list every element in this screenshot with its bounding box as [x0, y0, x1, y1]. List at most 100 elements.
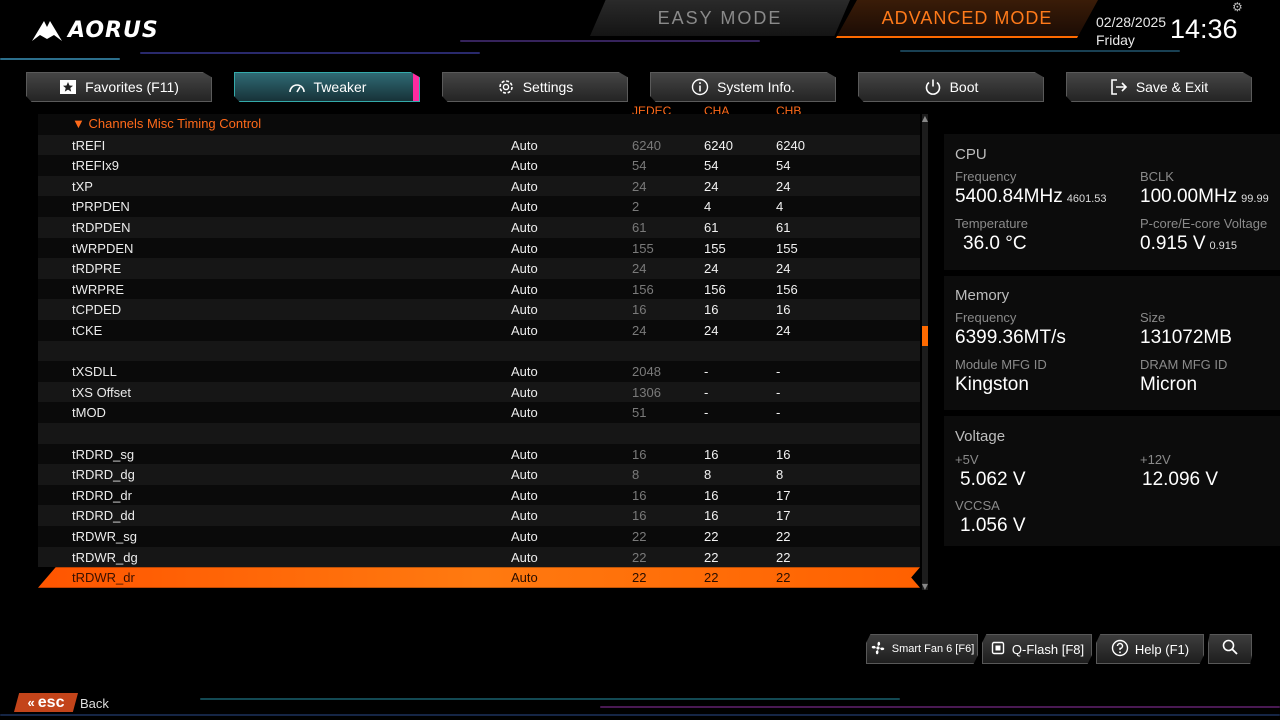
- table-row[interactable]: tRDPRE Auto 24 24 24: [38, 258, 920, 279]
- row-chb: 24: [776, 323, 791, 338]
- cpu-temperature-value: 36.0 °C: [963, 233, 1027, 254]
- table-row[interactable]: tXSDLL Auto 2048 - -: [38, 361, 920, 382]
- bclk-value: 100.00MHz 99.99: [1140, 186, 1269, 208]
- v12-label: +12V: [1140, 452, 1171, 467]
- row-cha: 4: [704, 199, 712, 215]
- row-name: tWRPDEN: [72, 240, 134, 256]
- table-row[interactable]: tCPDED Auto 16 16 16: [38, 299, 920, 320]
- cpu-frequency-value: 5400.84MHz 4601.53: [955, 186, 1107, 208]
- row-value: Auto: [511, 261, 538, 277]
- cpu-frequency-sub: 4601.53: [1066, 193, 1107, 205]
- table-row[interactable]: tRDWR_dr Auto 22 22 22: [38, 567, 920, 588]
- table-row[interactable]: tREFIx9 Auto 54 54 54: [38, 155, 920, 176]
- table-row[interactable]: tMOD Auto 51 - -: [38, 402, 920, 423]
- memory-frequency-label: Frequency: [955, 310, 1017, 325]
- day-text: Friday: [1096, 32, 1135, 48]
- row-value: Auto: [511, 240, 538, 256]
- row-chb: 17: [776, 487, 791, 503]
- collapse-triangle-icon: ▼: [72, 116, 85, 131]
- bclk-label: BCLK: [1140, 169, 1174, 184]
- row-jedec: 22: [632, 549, 647, 565]
- row-name: tXS Offset: [72, 384, 132, 400]
- tab-boot[interactable]: Boot: [858, 72, 1044, 102]
- section-header[interactable]: ▼ Channels Misc Timing Control: [38, 114, 920, 135]
- table-row[interactable]: tRDPDEN Auto 61 61 61: [38, 217, 920, 238]
- table-row[interactable]: tXS Offset Auto 1306 - -: [38, 381, 920, 403]
- row-cha: 22: [704, 549, 719, 565]
- row-cha: 24: [704, 178, 719, 194]
- table-row[interactable]: tRDRD_dg Auto 8 8 8: [38, 464, 920, 485]
- memory-size-value: 131072MB: [1140, 327, 1232, 348]
- tab-favorites[interactable]: Favorites (F11): [26, 72, 212, 102]
- tab-label: Settings: [522, 79, 574, 95]
- q-flash-button[interactable]: Q-Flash [F8]: [982, 634, 1092, 664]
- table-row[interactable]: tPRPDEN Auto 2 4 4: [38, 196, 920, 217]
- speedometer-icon: [288, 78, 306, 96]
- row-cha: 22: [704, 529, 719, 544]
- row-jedec: 51: [632, 405, 647, 421]
- cpu-voltage-main: 0.915 V: [1140, 233, 1206, 254]
- section-title-text: Channels Misc Timing Control: [88, 116, 262, 131]
- row-cha: 16: [704, 446, 719, 462]
- table-row[interactable]: tRDWR_dg Auto 22 22 22: [38, 546, 920, 568]
- esc-key-button[interactable]: « esc: [14, 693, 78, 712]
- scrollbar[interactable]: [922, 114, 928, 590]
- scroll-up-arrow-icon[interactable]: ▲: [920, 114, 930, 123]
- table-row[interactable]: tCKE Auto 24 24 24: [38, 320, 920, 341]
- row-cha: 8: [704, 467, 712, 483]
- table-row[interactable]: tWRPRE Auto 156 156 156: [38, 278, 920, 300]
- memory-title: Memory: [955, 287, 1010, 304]
- tab-tweaker[interactable]: Tweaker: [234, 72, 420, 102]
- row-name: tPRPDEN: [72, 199, 130, 215]
- search-button[interactable]: [1208, 634, 1252, 664]
- row-cha: -: [704, 405, 709, 421]
- v12-value: 12.096 V: [1142, 469, 1219, 490]
- row-cha: 16: [704, 487, 719, 503]
- row-jedec: 16: [632, 487, 647, 503]
- tab-settings[interactable]: Settings: [442, 72, 628, 102]
- help-icon: [1111, 639, 1129, 660]
- table-row[interactable]: tRDWR_sg Auto 22 22 22: [38, 526, 920, 547]
- row-cha: -: [704, 364, 709, 380]
- row-jedec: 16: [632, 302, 647, 318]
- row-chb: -: [776, 384, 781, 400]
- row-jedec: 6240: [632, 137, 661, 153]
- section-title: ▼ Channels Misc Timing Control: [72, 116, 261, 131]
- table-row[interactable]: tREFI Auto 6240 6240 6240: [38, 134, 920, 156]
- cpu-frequency-main: 5400.84MHz: [955, 186, 1063, 207]
- gear-icon: [497, 78, 515, 96]
- cpu-voltage-value: 0.915 V 0.915: [1140, 233, 1237, 255]
- table-row[interactable]: tXP Auto 24 24 24: [38, 175, 920, 197]
- row-chb: 156: [776, 281, 798, 297]
- row-jedec: 24: [632, 178, 647, 194]
- table-row[interactable]: tWRPDEN Auto 155 155 155: [38, 237, 920, 259]
- scrollbar-thumb[interactable]: [922, 326, 928, 346]
- row-cha: 22: [704, 570, 719, 586]
- tab-system-info[interactable]: System Info.: [650, 72, 836, 102]
- scroll-down-arrow-icon[interactable]: ▼: [920, 582, 930, 591]
- row-name: tMOD: [72, 405, 106, 421]
- row-name: tRDPRE: [72, 261, 122, 277]
- advanced-mode-button[interactable]: ADVANCED MODE: [836, 0, 1098, 38]
- tab-save-exit[interactable]: Save & Exit: [1066, 72, 1252, 102]
- power-icon: [924, 78, 942, 96]
- streak-decoration: [0, 714, 1280, 716]
- row-jedec: 24: [632, 323, 647, 338]
- settings-gear-icon[interactable]: ⚙: [1232, 0, 1243, 14]
- help-button[interactable]: Help (F1): [1096, 634, 1204, 664]
- table-row[interactable]: tRDRD_dr Auto 16 16 17: [38, 484, 920, 506]
- advanced-mode-label: ADVANCED MODE: [881, 7, 1053, 28]
- row-jedec: 22: [632, 529, 647, 544]
- back-label: Back: [80, 696, 109, 711]
- easy-mode-button[interactable]: EASY MODE: [590, 0, 850, 36]
- row-value: Auto: [511, 446, 538, 462]
- table-row[interactable]: tRDRD_dd Auto 16 16 17: [38, 505, 920, 526]
- date-block: 02/28/2025 Friday: [1096, 13, 1166, 49]
- smart-fan-button[interactable]: Smart Fan 6 [F6]: [866, 634, 978, 664]
- voltage-title: Voltage: [955, 428, 1006, 445]
- row-name: tXP: [72, 178, 93, 194]
- row-chb: 4: [776, 199, 784, 215]
- table-row[interactable]: tRDRD_sg Auto 16 16 16: [38, 443, 920, 465]
- row-jedec: 61: [632, 220, 647, 235]
- bclk-sub: 99.99: [1241, 193, 1269, 205]
